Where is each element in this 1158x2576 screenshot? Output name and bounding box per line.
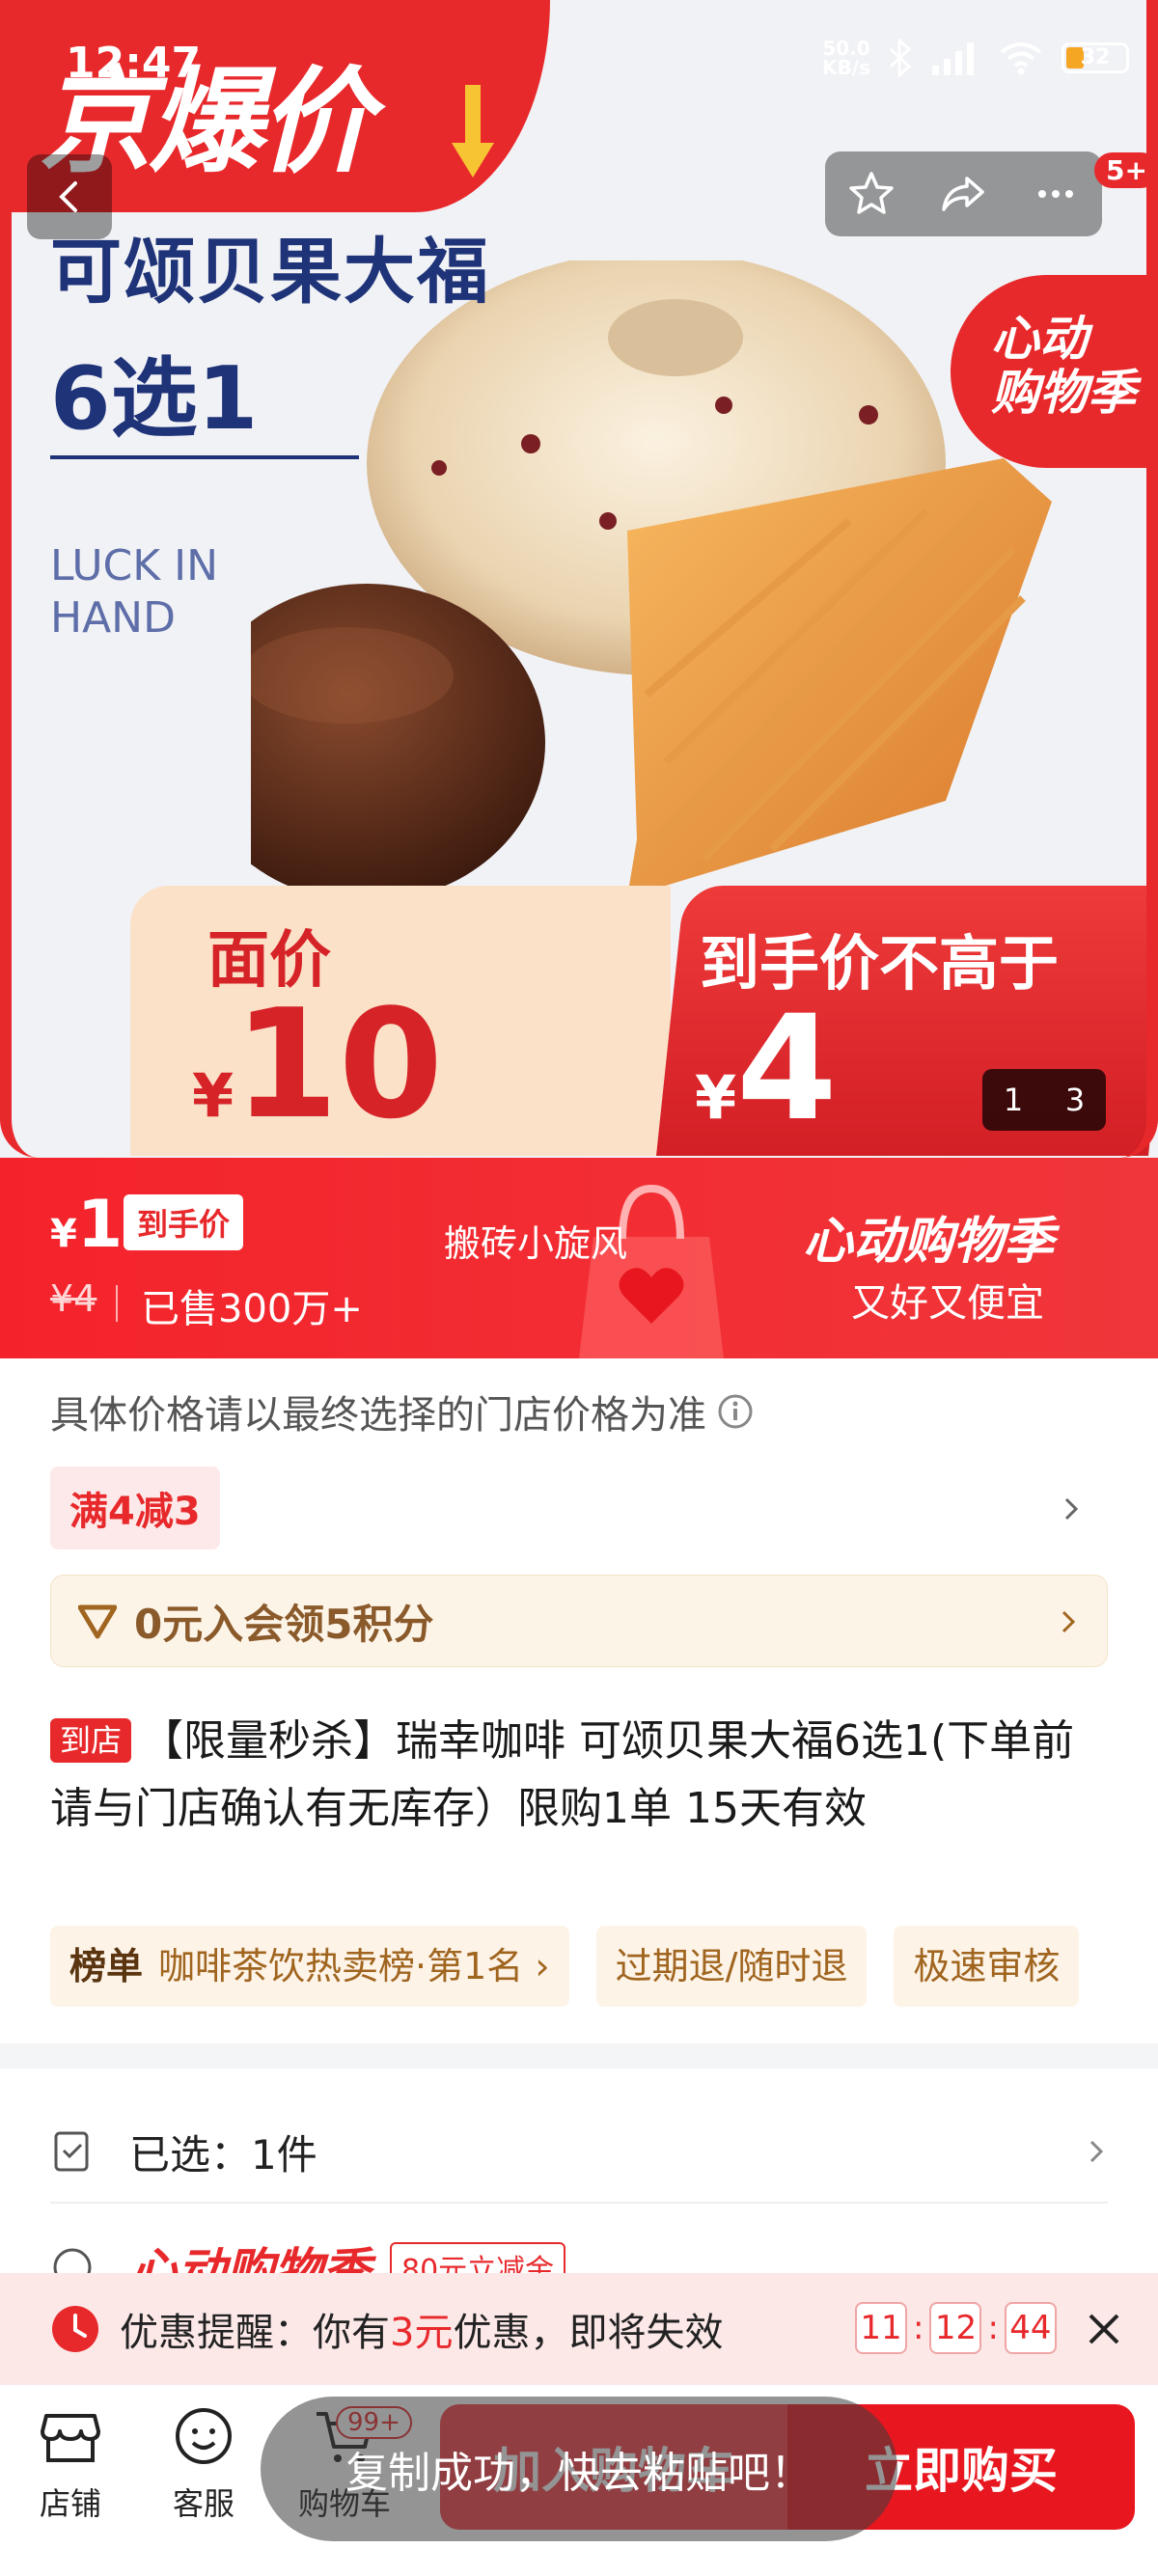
store-tag: 到店 (50, 1718, 132, 1763)
close-icon[interactable] (1079, 2304, 1129, 2354)
disclaimer-text: 具体价格请以最终选择的门店价格为准 (50, 1393, 706, 1438)
hero-product-title: 可颂贝果大福 (50, 231, 490, 314)
price-bar: ¥1 到手价 ¥4 已售300万+ 搬砖小旋风 心动购物季 又好又便宜 (0, 1158, 1158, 1358)
buy-now-button[interactable]: 立即购买 (787, 2404, 1135, 2530)
ranking-chip[interactable]: 榜单 咖啡茶饮热卖榜·第1名 › (50, 1926, 569, 2007)
chevron-left-icon (59, 181, 77, 212)
price-disclaimer[interactable]: 具体价格请以最终选择的门店价格为准 (50, 1384, 755, 1439)
store-icon (41, 2414, 100, 2462)
discount-reminder-bar[interactable]: 优惠提醒：你有3元优惠，即将失效 11: 12: 44 (0, 2273, 1158, 2385)
product-image-carousel[interactable]: 京爆价 12:47 50.0 KB/s 32 5+ 可颂贝果大福 6选1 LUCK… (0, 0, 1158, 1158)
hero-tagline: LUCK IN HAND (50, 541, 218, 643)
product-page: 京爆价 12:47 50.0 KB/s 32 5+ 可颂贝果大福 6选1 LUCK… (0, 0, 1158, 2576)
pager-total: 3 (1064, 1082, 1086, 1118)
current-price: ¥1 (50, 1187, 124, 1263)
info-icon[interactable] (716, 1392, 755, 1431)
star-icon[interactable] (846, 169, 896, 219)
bluetooth-icon (889, 39, 912, 77)
add-to-cart-button[interactable]: 加入购物车 (440, 2404, 787, 2530)
reminder-text: 优惠提醒：你有3元优惠，即将失效 (120, 2311, 724, 2355)
sold-count: 已售300万+ (141, 1287, 363, 1331)
signal-icon (932, 42, 974, 75)
shopping-bag-icon (579, 1184, 724, 1358)
status-time: 12:47 (66, 39, 202, 88)
countdown-minutes: 12 (929, 2302, 982, 2354)
promo-note: 搬砖小旋风 (444, 1222, 628, 1265)
member-text: 0元入会领5积分 (134, 1600, 434, 1648)
message-badge: 5+ (1094, 152, 1158, 188)
refund-chip[interactable]: 过期退/随时退 (595, 1926, 868, 2007)
customer-service-button[interactable]: 客服 (141, 2402, 266, 2524)
smile-icon (176, 2408, 232, 2464)
countdown-hours: 11 (855, 2302, 907, 2354)
more-icon[interactable] (1031, 169, 1081, 219)
action-toolbar (825, 151, 1102, 236)
selected-text: 已选：1件 (129, 2130, 317, 2179)
hero-product-subtitle: 6选1 (50, 348, 259, 450)
face-value-price: ¥10 (192, 976, 444, 1152)
cart-count-badge: 99+ (336, 2406, 412, 2439)
divider (116, 1285, 118, 1322)
hand-price-value: ¥4 (695, 985, 838, 1153)
clock-icon (52, 2306, 98, 2352)
original-price: ¥4 (50, 1277, 97, 1320)
season-logo: 心动购物季 (803, 1213, 1055, 1271)
member-join-row[interactable]: 0元入会领5积分 (50, 1575, 1108, 1667)
network-speed: 50.0 KB/s (822, 37, 870, 79)
down-arrow-icon (452, 85, 494, 178)
wifi-icon (1000, 42, 1042, 75)
countdown-seconds: 44 (1004, 2302, 1057, 2354)
store-button[interactable]: 店铺 (8, 2402, 133, 2524)
product-title-text: 【限量秒杀】瑞幸咖啡 可颂贝果大福6选1(下单前请与门店确认有无库存）限购1单 … (50, 1716, 1075, 1833)
carousel-pager: 1 3 (982, 1069, 1106, 1131)
status-icons: 50.0 KB/s 32 (822, 39, 1129, 77)
final-price-tag: 到手价 (124, 1194, 244, 1250)
fast-review-chip[interactable]: 极速审核 (894, 1926, 1080, 2007)
selected-spec-row[interactable]: 已选：1件 (50, 2103, 1108, 2200)
pager-current: 1 (1003, 1082, 1024, 1118)
coupon-tag[interactable]: 满4减3 (50, 1466, 220, 1549)
season-slogan: 又好又便宜 (851, 1281, 1044, 1326)
bottom-action-bar: 店铺 客服 购物车 99+ 加入购物车 立即购买 复制成功，快去粘贴吧！ (0, 2385, 1158, 2576)
shopping-season-badge: 心动 购物季 (951, 275, 1158, 468)
battery-icon: 32 (1062, 42, 1129, 73)
feature-chips: 榜单 咖啡茶饮热卖榜·第1名 › 过期退/随时退 极速审核 (50, 1926, 1158, 2007)
member-v-icon (78, 1604, 117, 1639)
share-icon[interactable] (938, 169, 988, 219)
section-separator (0, 2043, 1158, 2069)
chevron-right-icon (1062, 1610, 1076, 1633)
selection-icon (54, 2131, 89, 2172)
divider (50, 2202, 1108, 2204)
chevron-right-icon (1089, 2140, 1104, 2163)
product-title: 到店 【限量秒杀】瑞幸咖啡 可颂贝果大福6选1(下单前请与门店确认有无库存）限购1… (50, 1708, 1112, 1843)
divider (50, 455, 359, 459)
countdown-timer: 11: 12: 44 (855, 2302, 1057, 2354)
chevron-right-icon[interactable] (1058, 1495, 1085, 1522)
